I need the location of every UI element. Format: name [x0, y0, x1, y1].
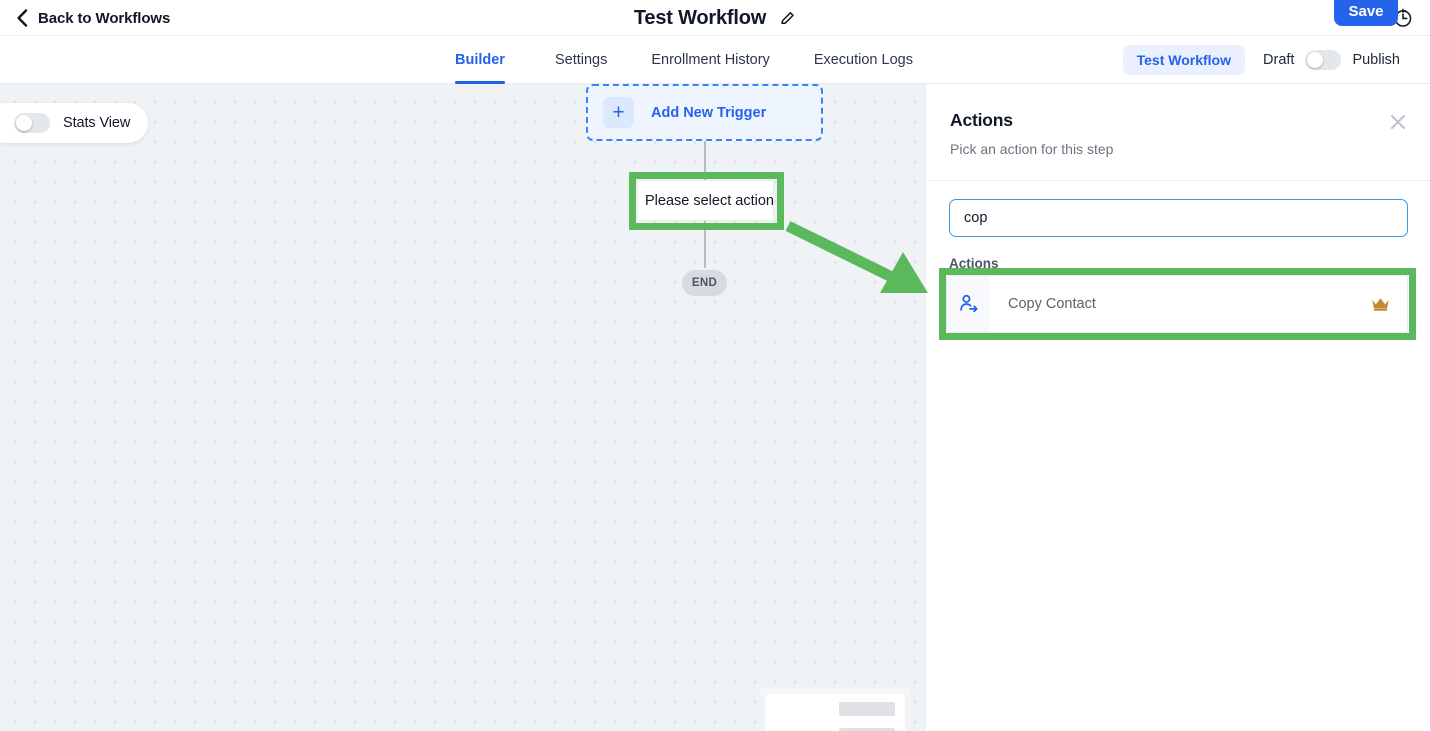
- publish-toggle-group: Draft Publish: [1263, 50, 1400, 70]
- crown-icon: [1372, 298, 1389, 311]
- actions-panel-header: Actions Pick an action for this step: [926, 84, 1430, 181]
- tab-bar-actions: Test Workflow Draft Publish: [1122, 36, 1400, 84]
- tab-settings[interactable]: Settings: [533, 36, 629, 84]
- save-button[interactable]: Save: [1334, 0, 1398, 26]
- stats-view-switch-knob: [16, 115, 32, 131]
- actions-panel-title: Actions: [950, 110, 1013, 130]
- tab-execution-logs[interactable]: Execution Logs: [792, 36, 935, 84]
- chevron-left-icon: [17, 9, 28, 27]
- action-result-copy-contact[interactable]: Copy Contact: [946, 275, 1408, 333]
- stats-view-toggle[interactable]: Stats View: [0, 103, 149, 143]
- tab-enrollment-history[interactable]: Enrollment History: [629, 36, 791, 84]
- end-node-label: END: [691, 277, 718, 289]
- person-arrow-icon: [947, 276, 990, 332]
- tab-builder[interactable]: Builder: [455, 36, 533, 84]
- select-action-node-label: Please select action: [645, 192, 774, 209]
- add-new-trigger-label: Add New Trigger: [651, 104, 767, 121]
- person-arrow-icon-glyph: [959, 294, 978, 313]
- workflow-title-group: Test Workflow: [0, 0, 1430, 36]
- workflow-builder-app: Back to Workflows Test Workflow Save Bui…: [0, 0, 1430, 731]
- draft-label: Draft: [1263, 52, 1295, 68]
- tab-enrollment-history-label: Enrollment History: [651, 52, 770, 68]
- action-search-input[interactable]: [949, 199, 1408, 237]
- publish-label: Publish: [1352, 52, 1400, 68]
- stats-view-switch[interactable]: [14, 113, 50, 133]
- actions-section-label: Actions: [949, 256, 999, 271]
- connector-action-to-end: [704, 227, 706, 268]
- actions-panel: Actions Pick an action for this step Act…: [925, 84, 1430, 731]
- publish-toggle[interactable]: [1305, 50, 1342, 70]
- test-workflow-button[interactable]: Test Workflow: [1122, 45, 1246, 75]
- actions-panel-subtitle: Pick an action for this step: [950, 141, 1114, 157]
- header-actions: Save: [1334, 0, 1414, 36]
- workflow-title: Test Workflow: [633, 6, 767, 29]
- publish-toggle-knob: [1307, 52, 1324, 68]
- tab-settings-label: Settings: [554, 52, 608, 68]
- back-to-workflows-label: Back to Workflows: [38, 9, 171, 27]
- close-icon[interactable]: [1388, 112, 1408, 132]
- offscreen-card: [765, 694, 905, 731]
- plus-icon: +: [603, 97, 634, 128]
- back-to-workflows-link[interactable]: Back to Workflows: [16, 0, 170, 36]
- tab-bar: Builder Settings Enrollment History Exec…: [0, 36, 1430, 84]
- end-node[interactable]: END: [682, 270, 727, 296]
- tab-builder-label: Builder: [455, 52, 505, 68]
- tab-execution-logs-label: Execution Logs: [813, 52, 913, 68]
- add-new-trigger-node[interactable]: + Add New Trigger: [586, 84, 823, 141]
- action-result-label: Copy Contact: [1008, 296, 1096, 312]
- tab-list: Builder Settings Enrollment History Exec…: [455, 36, 935, 84]
- workflow-canvas[interactable]: Stats View + Add New Trigger Please sele…: [0, 84, 925, 731]
- pencil-icon[interactable]: [780, 10, 796, 26]
- stats-view-label: Stats View: [63, 115, 131, 131]
- select-action-node[interactable]: Please select action: [637, 180, 774, 221]
- offscreen-card-bar-primary: [839, 702, 895, 716]
- app-header: Back to Workflows Test Workflow Save: [0, 0, 1430, 36]
